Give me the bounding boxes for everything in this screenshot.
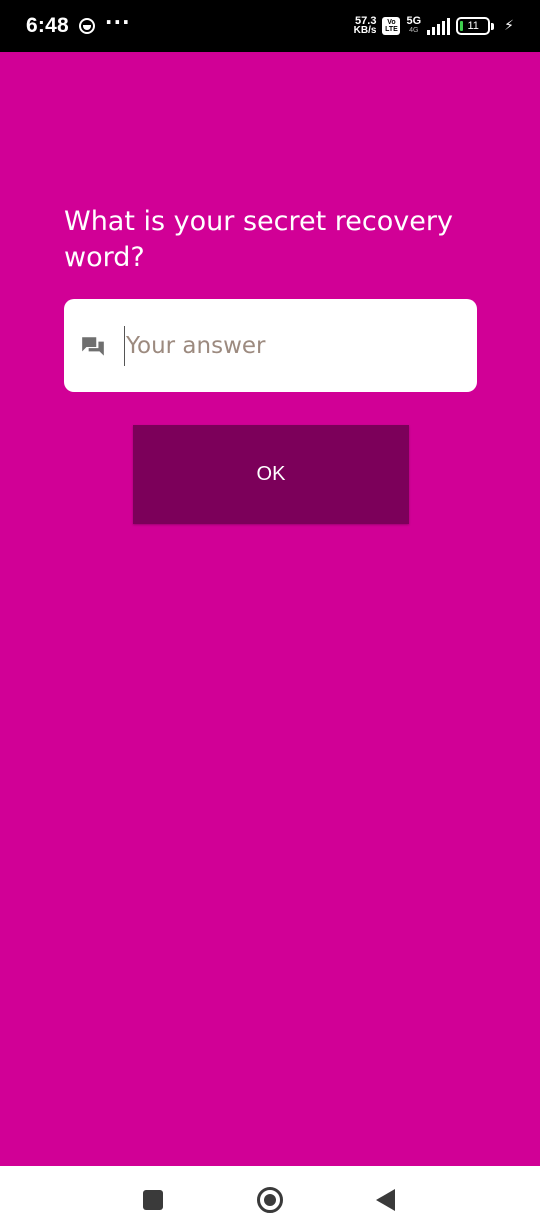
signal-strength-icon — [427, 17, 451, 35]
volte-bottom-text: LTE — [385, 26, 398, 33]
status-bar: 6:48 ··· 57.3 KB/s Vo LTE 5G 4G 11 ⚡ — [0, 0, 540, 52]
more-notifications-icon: ··· — [104, 10, 131, 34]
ok-button[interactable]: OK — [133, 425, 409, 524]
answer-field[interactable] — [64, 299, 477, 392]
network-type: 5G 4G — [406, 16, 421, 36]
charging-bolt-icon: ⚡ — [504, 18, 514, 34]
chat-bubbles-icon — [82, 336, 104, 356]
notification-app-icon — [78, 18, 95, 34]
status-right: 57.3 KB/s Vo LTE 5G 4G 11 ⚡ — [354, 16, 514, 36]
battery-icon: 11 — [456, 17, 495, 35]
network-speed-unit: KB/s — [353, 25, 377, 36]
home-circle-icon[interactable] — [257, 1187, 283, 1213]
navigation-bar — [0, 1166, 540, 1230]
network-type-label: 5G — [406, 15, 422, 27]
volte-icon: Vo LTE — [382, 17, 401, 35]
answer-input[interactable] — [124, 325, 444, 366]
network-speed: 57.3 KB/s — [354, 16, 377, 36]
back-triangle-icon[interactable] — [376, 1189, 395, 1211]
recovery-question: What is your secret recovery word? — [64, 206, 453, 273]
status-time: 6:48 — [26, 14, 69, 37]
volte-top-text: Vo — [387, 19, 396, 26]
battery-level: 11 — [456, 17, 491, 35]
network-sub-label: 4G — [409, 27, 419, 34]
recents-square-icon[interactable] — [143, 1190, 163, 1210]
status-left: 6:48 ··· — [26, 10, 131, 38]
